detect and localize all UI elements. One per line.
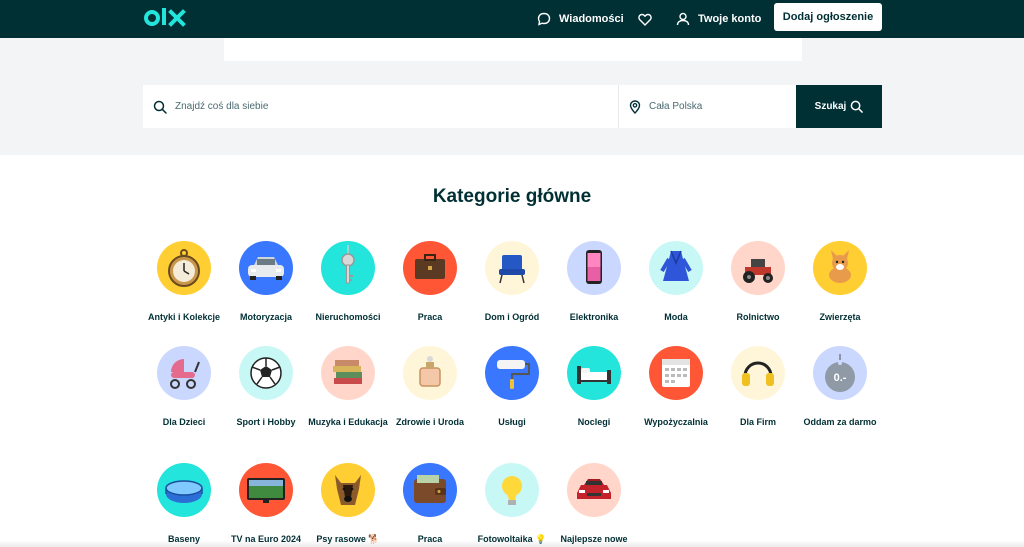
category-item[interactable]: Psy rasowe 🐕 <box>307 463 389 545</box>
user-icon <box>676 12 690 26</box>
category-label: Usługi <box>498 417 526 427</box>
category-label: Dom i Ogród <box>484 312 540 322</box>
add-listing-button[interactable]: Dodaj ogłoszenie <box>774 3 882 31</box>
category-item[interactable]: Dla Firm <box>717 346 799 428</box>
search-input[interactable] <box>173 100 618 113</box>
categories-title: Kategorie główne <box>432 186 592 207</box>
category-item[interactable]: Nieruchomości <box>307 241 389 323</box>
search-hero: Szukaj <box>0 38 1024 155</box>
category-label: Oddam za darmo <box>803 417 877 427</box>
category-item[interactable]: Dla Dzieci <box>143 346 225 428</box>
dog-icon <box>813 241 867 295</box>
category-item[interactable]: Motoryzacja <box>225 241 307 323</box>
location-pin-icon <box>629 99 641 114</box>
category-label: Antyki i Kolekcje <box>147 312 221 322</box>
smartphone-icon <box>567 241 621 295</box>
location-field[interactable] <box>619 85 796 128</box>
category-item[interactable]: TV na Euro 2024 <box>225 463 307 545</box>
pool-icon <box>157 463 211 517</box>
tv-icon <box>239 463 293 517</box>
car-icon <box>239 241 293 295</box>
category-item[interactable]: Antyki i Kolekcje <box>143 241 225 323</box>
category-label: Wypożyczalnia <box>644 417 708 427</box>
dress-icon <box>649 241 703 295</box>
ad-banner-placeholder <box>224 38 802 61</box>
category-item[interactable]: Zdrowie i Uroda <box>389 346 471 428</box>
bottom-shadow <box>0 540 1024 547</box>
books-icon <box>321 346 375 400</box>
chat-bubble-icon <box>537 12 551 26</box>
messages-label: Wiadomości <box>559 13 624 25</box>
light-bulb-icon <box>485 463 539 517</box>
search-bar: Szukaj <box>143 85 882 128</box>
heart-icon <box>638 13 652 26</box>
category-item[interactable]: Praca <box>389 463 471 545</box>
category-item[interactable]: Elektronika <box>553 241 635 323</box>
category-item[interactable]: Wypożyczalnia <box>635 346 717 428</box>
categories-section: Kategorie główne Antyki i Kolekcje Motory… <box>0 155 1024 547</box>
category-label: Rolnictwo <box>736 312 780 322</box>
calendar-icon <box>649 346 703 400</box>
category-item[interactable]: Baseny <box>143 463 225 545</box>
category-label: Nieruchomości <box>315 312 381 322</box>
category-item[interactable]: Moda <box>635 241 717 323</box>
category-item[interactable]: 0.- Oddam za darmo <box>799 346 881 428</box>
favorites-button[interactable] <box>638 0 660 38</box>
category-item[interactable]: Rolnictwo <box>717 241 799 323</box>
football-icon <box>239 346 293 400</box>
bed-icon <box>567 346 621 400</box>
category-label: Sport i Hobby <box>236 417 296 427</box>
location-input[interactable] <box>647 100 796 113</box>
account-link[interactable]: Twoje konto <box>676 0 761 38</box>
search-button[interactable]: Szukaj <box>796 85 882 128</box>
category-label: Motoryzacja <box>239 312 292 322</box>
category-label: Praca <box>417 312 443 322</box>
category-label: Zdrowie i Uroda <box>395 417 464 427</box>
category-item[interactable]: Sport i Hobby <box>225 346 307 428</box>
armchair-icon <box>485 241 539 295</box>
wallet-icon <box>403 463 457 517</box>
category-item[interactable]: Muzyka i Edukacja <box>307 346 389 428</box>
category-label: Moda <box>664 312 688 322</box>
svg-text:0.-: 0.- <box>834 372 847 384</box>
price-tag-icon: 0.- <box>813 346 867 400</box>
category-label: Elektronika <box>569 312 619 322</box>
category-label: Muzyka i Edukacja <box>308 417 388 427</box>
olx-logo[interactable] <box>144 5 190 31</box>
category-label: Dla Dzieci <box>162 417 206 427</box>
account-label: Twoje konto <box>698 13 762 25</box>
stroller-icon <box>157 346 211 400</box>
briefcase-icon <box>403 241 457 295</box>
category-item[interactable]: Noclegi <box>553 346 635 428</box>
category-item[interactable]: Zwierzęta <box>799 241 881 323</box>
category-item[interactable]: Najlepsze nowe <box>553 463 635 545</box>
category-item[interactable]: Fotowoltaika 💡 <box>471 463 553 545</box>
search-icon <box>153 100 167 114</box>
top-navigation-bar: Wiadomości Twoje konto Dodaj ogłoszenie <box>0 0 1024 38</box>
category-item[interactable]: Usługi <box>471 346 553 428</box>
new-car-icon <box>567 463 621 517</box>
messages-link[interactable]: Wiadomości <box>537 0 624 38</box>
category-label: Zwierzęta <box>819 312 861 322</box>
pocket-watch-icon <box>157 241 211 295</box>
category-item[interactable]: Praca <box>389 241 471 323</box>
search-query-field[interactable] <box>143 85 619 128</box>
shepherd-dog-icon <box>321 463 375 517</box>
search-icon <box>850 100 864 113</box>
category-item[interactable]: Dom i Ogród <box>471 241 553 323</box>
key-icon <box>321 241 375 295</box>
tractor-icon <box>731 241 785 295</box>
headphones-icon <box>731 346 785 400</box>
category-label: Noclegi <box>577 417 611 427</box>
category-label: Dla Firm <box>739 417 776 427</box>
paint-roller-icon <box>485 346 539 400</box>
perfume-icon <box>403 346 457 400</box>
search-button-label: Szukaj <box>814 101 847 112</box>
